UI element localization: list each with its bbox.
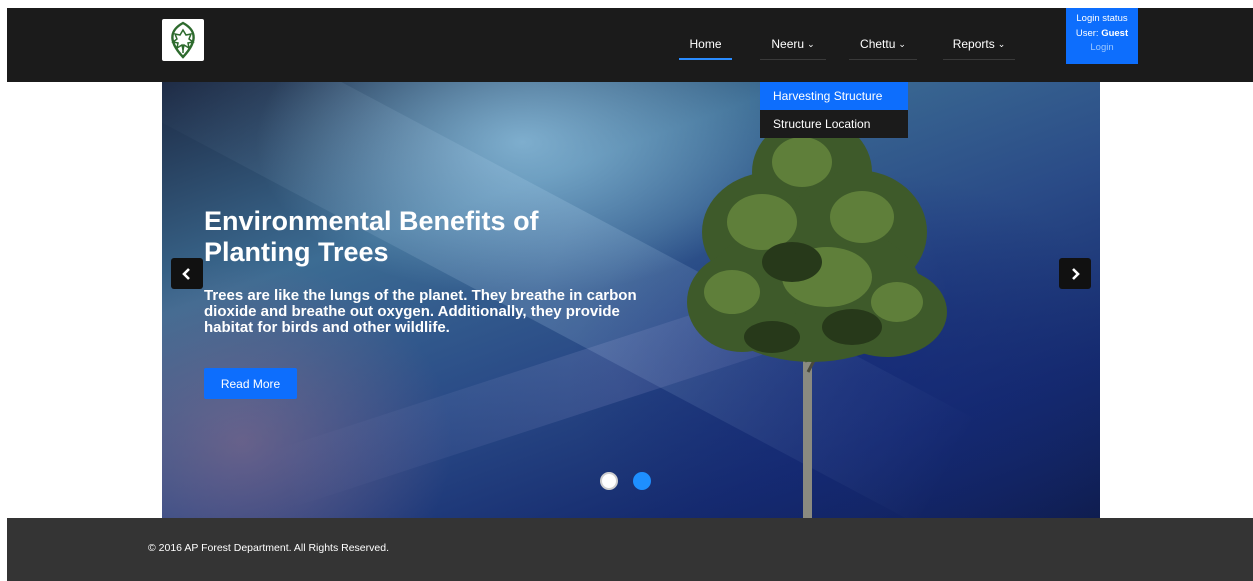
chevron-down-icon: ⌄: [807, 39, 815, 49]
menu-item-structure-location[interactable]: Structure Location: [760, 110, 908, 138]
nav-reports[interactable]: Reports ⌄: [943, 29, 1015, 60]
login-user-prefix: User:: [1075, 27, 1099, 39]
carousel-prev-button[interactable]: [171, 258, 203, 289]
hero-text: Trees are like the lungs of the planet. …: [204, 287, 637, 336]
carousel-indicator-1[interactable]: [600, 472, 618, 490]
nav-neeru-label: Neeru: [771, 37, 805, 51]
login-user: User: Guest: [1066, 27, 1138, 42]
nav-chettu-label: Chettu: [860, 37, 896, 51]
nav-home-label: Home: [689, 37, 722, 51]
leaf-emblem-icon: [171, 21, 195, 59]
forest-dept-logo[interactable]: [162, 19, 204, 61]
hero-title: Environmental Benefits of Planting Trees: [204, 206, 539, 267]
neeru-dropdown-menu: Harvesting Structure Structure Location: [760, 82, 908, 138]
nav-reports-label: Reports: [952, 37, 995, 51]
chevron-right-icon: [1072, 267, 1080, 280]
nav-chettu[interactable]: Chettu ⌄: [849, 29, 917, 60]
login-link[interactable]: Login: [1066, 41, 1138, 56]
hero-carousel: Environmental Benefits of Planting Trees…: [162, 82, 1100, 518]
footer: © 2016 AP Forest Department. All Rights …: [7, 518, 1253, 581]
chevron-down-icon: ⌄: [997, 39, 1006, 49]
navbar: Home Neeru ⌄ Chettu ⌄ Reports ⌄ Login statu…: [7, 8, 1253, 82]
carousel-indicator-2[interactable]: [633, 472, 651, 490]
chevron-down-icon: ⌄: [898, 39, 906, 49]
top-strip: [0, 0, 1253, 8]
login-status-box: Login status User: Guest Login: [1066, 8, 1138, 64]
nav-neeru[interactable]: Neeru ⌄: [760, 29, 826, 60]
nav-home[interactable]: Home: [679, 29, 732, 60]
login-user-name: Guest: [1101, 27, 1129, 39]
login-status-label: Login status: [1076, 13, 1128, 24]
footer-copyright: © 2016 AP Forest Department. All Rights …: [148, 542, 389, 554]
read-more-button[interactable]: Read More: [204, 368, 297, 399]
carousel-next-button[interactable]: [1059, 258, 1091, 289]
chevron-left-icon: [182, 267, 190, 280]
tree-image: [687, 117, 947, 518]
menu-item-harvesting-structure[interactable]: Harvesting Structure: [760, 82, 908, 110]
